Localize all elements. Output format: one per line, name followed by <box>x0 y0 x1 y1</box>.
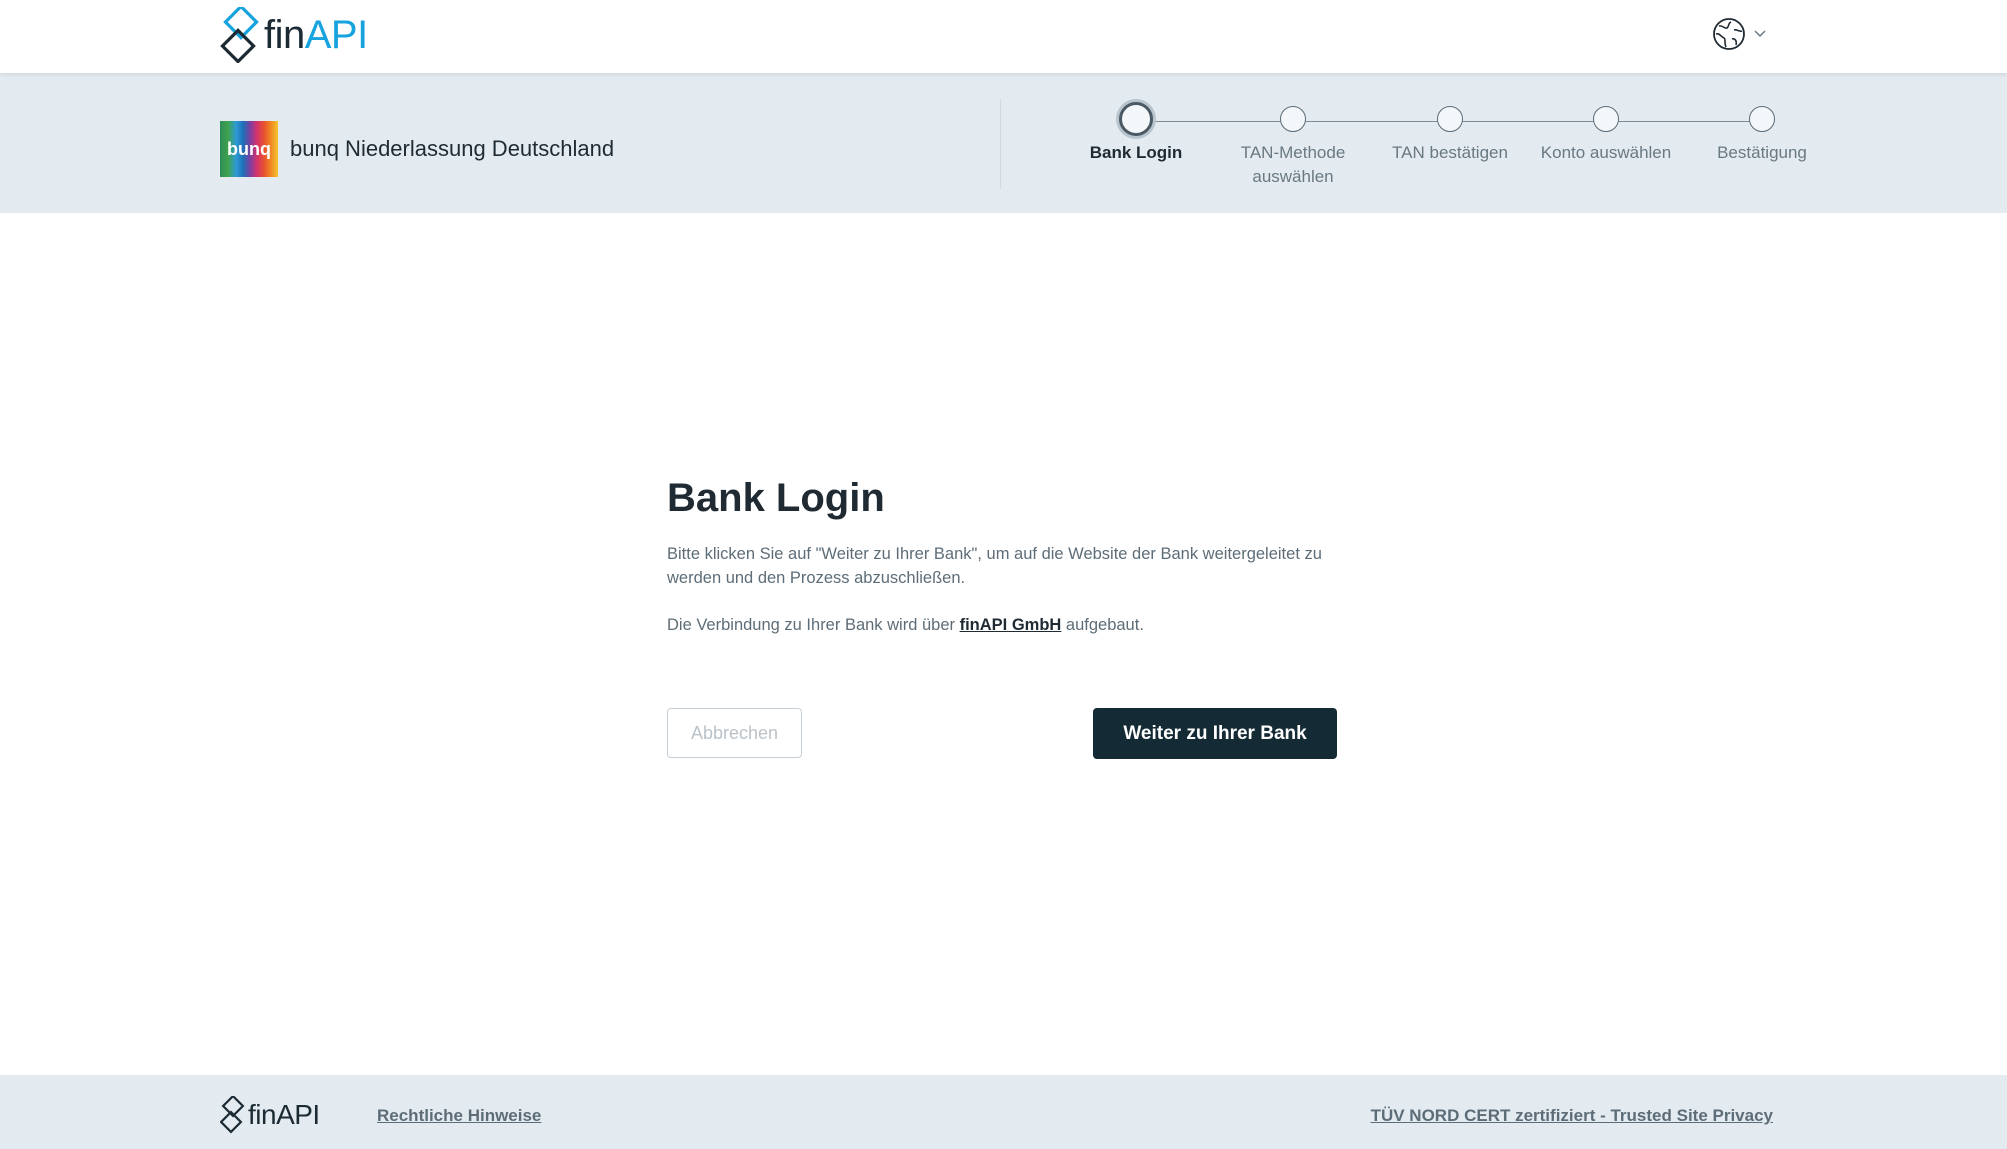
footer: finAPI Rechtliche Hinweise TÜV NORD CERT… <box>0 1075 2007 1149</box>
legal-notice-link[interactable]: Rechtliche Hinweise <box>377 1106 541 1126</box>
step-label: TAN-Methode auswählen <box>1240 143 1346 186</box>
footer-logo-text: finAPI <box>248 1099 320 1130</box>
page-title: Bank Login <box>667 476 885 520</box>
step-label: Konto auswählen <box>1540 143 1672 162</box>
step-tan-confirm: TAN bestätigen <box>1370 106 1530 165</box>
tuv-cert-link[interactable]: TÜV NORD CERT zertifiziert - Trusted Sit… <box>1371 1106 1773 1126</box>
language-selector[interactable] <box>1712 16 1766 52</box>
cancel-button[interactable]: Abbrechen <box>667 708 802 758</box>
redirect-instructions: Bitte klicken Sie auf "Weiter zu Ihrer B… <box>667 545 1322 587</box>
bank-stepper-band: bunq bunq Niederlassung Deutschland Bank… <box>0 73 2007 213</box>
step-bank-login: Bank Login <box>1056 102 1216 165</box>
progress-stepper: Bank Login TAN-Methode auswählen TAN bes… <box>0 73 2007 213</box>
connection-info: Die Verbindung zu Ihrer Bank wird über f… <box>667 613 1339 637</box>
finapi-logo-mark-icon <box>220 1096 245 1134</box>
step-circle <box>1437 106 1463 132</box>
step-label: Bestätigung <box>1717 143 1807 162</box>
footer-finapi-logo[interactable]: finAPI <box>220 1096 320 1134</box>
globe-icon <box>1713 18 1745 50</box>
finapi-gmbh-link[interactable]: finAPI GmbH <box>960 616 1062 634</box>
step-circle <box>1593 106 1619 132</box>
continue-to-bank-button[interactable]: Weiter zu Ihrer Bank <box>1093 708 1337 759</box>
step-circle <box>1749 106 1775 132</box>
bank-login-panel: Bank Login Bitte klicken Sie auf "Weiter… <box>667 470 1339 759</box>
connection-info-text: Die Verbindung zu Ihrer Bank wird über <box>667 616 960 634</box>
finapi-logo[interactable]: finAPI <box>220 7 368 63</box>
logo-api-text: API <box>304 13 368 57</box>
connection-info-suffix: aufgebaut. <box>1061 616 1144 634</box>
step-tan-method: TAN-Methode auswählen <box>1213 106 1373 189</box>
step-circle <box>1280 106 1306 132</box>
logo-fin-text: fin <box>264 13 305 57</box>
step-label: Bank Login <box>1089 143 1183 162</box>
top-header: finAPI <box>0 0 2007 73</box>
step-select-account: Konto auswählen <box>1526 106 1686 165</box>
chevron-down-icon <box>1754 30 1766 38</box>
step-circle <box>1119 102 1153 136</box>
step-label: TAN bestätigen <box>1392 143 1508 162</box>
finapi-logo-mark-icon <box>220 7 259 63</box>
step-confirmation: Bestätigung <box>1682 106 1842 165</box>
